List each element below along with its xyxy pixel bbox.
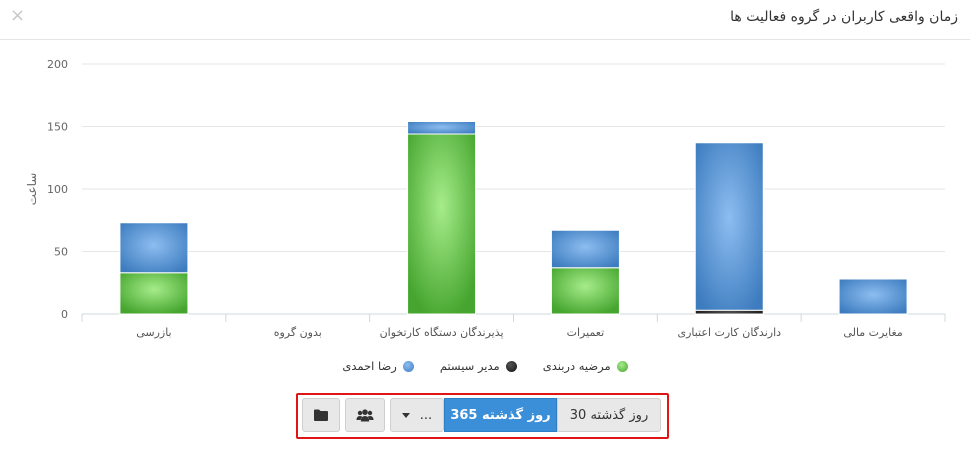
legend-dot-green: [616, 360, 628, 372]
last-30-days-button[interactable]: 30 روز گذشته: [557, 398, 661, 432]
bar-segment: [119, 272, 189, 315]
bar-segment: [838, 278, 908, 315]
y-tick-label: 50: [54, 246, 68, 259]
y-tick-label: 100: [47, 183, 68, 196]
x-tick-label: دارندگان کارت اعتباری: [677, 326, 781, 339]
x-tick-label: پذیرندگان دستگاه کارتخوان: [380, 326, 504, 339]
last-30-days-label: 30 روز گذشته: [569, 407, 649, 423]
x-tick-label: مغایرت مالی: [843, 326, 902, 339]
chevron-down-icon: [401, 412, 410, 418]
legend-dot-black: [505, 360, 517, 372]
last-365-days-label: 365 روز گذشته: [450, 407, 551, 423]
y-axis-label: ساعت: [25, 173, 39, 206]
folder-icon: [314, 409, 328, 421]
more-label: ...: [419, 407, 433, 423]
bar-segment: [407, 133, 477, 315]
y-tick-label: 0: [61, 308, 68, 321]
last-365-days-button[interactable]: 365 روز گذشته: [444, 398, 557, 432]
bar-segment: [694, 309, 764, 315]
modal-header: زمان واقعی کاربران در گروه فعالیت ها ×: [0, 0, 970, 40]
users-button[interactable]: [345, 398, 385, 432]
legend-item-reza[interactable]: رضا احمدی: [342, 356, 414, 376]
legend-item-admin[interactable]: مدیر سیستم: [440, 356, 517, 376]
folder-button[interactable]: [302, 398, 340, 432]
y-tick-label: 150: [47, 121, 68, 134]
legend-dot-blue: [402, 360, 414, 372]
legend-label: مدیر سیستم: [439, 359, 500, 373]
legend-label: مرضیه دربندی: [542, 359, 611, 373]
chart-legend: مرضیه دربندی مدیر سیستم رضا احمدی: [0, 356, 970, 376]
x-tick-label: بدون گروه: [274, 326, 322, 339]
bar-segment: [119, 222, 189, 274]
close-icon[interactable]: ×: [10, 6, 25, 26]
modal-title: زمان واقعی کاربران در گروه فعالیت ها: [730, 9, 958, 25]
bar-segment: [694, 142, 764, 311]
x-tick-label: بازرسی: [136, 326, 171, 339]
bar-segment: [550, 267, 620, 315]
more-dropdown-button[interactable]: ...: [390, 398, 444, 432]
bar-segment: [407, 121, 477, 135]
legend-item-marzieh[interactable]: مرضیه دربندی: [543, 356, 628, 376]
bars-layer: [119, 121, 908, 315]
legend-label: رضا احمدی: [342, 359, 397, 373]
bar-segment: [550, 229, 620, 269]
x-tick-label: تعمیرات: [567, 326, 605, 339]
y-tick-label: 200: [47, 58, 68, 71]
bar-chart: 0 50 100 150 200 ساعت بازرسی بدون گروه پذیرندگان…: [25, 58, 946, 339]
grid-layer: [81, 63, 946, 322]
users-icon: [356, 408, 374, 421]
